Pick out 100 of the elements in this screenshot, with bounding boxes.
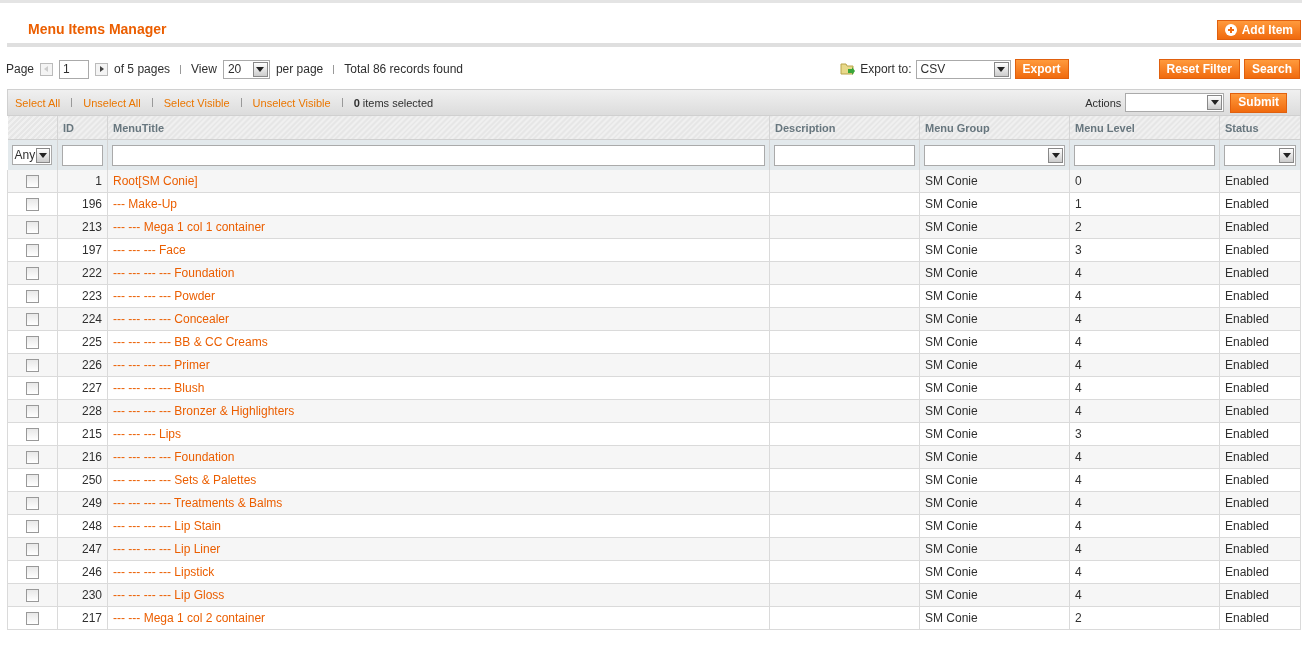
id-cell: 197 — [57, 238, 108, 262]
menu-title-link[interactable]: Root[SM Conie] — [113, 174, 198, 188]
per-page-label: per page — [275, 62, 324, 76]
menu-title-link[interactable]: --- --- --- --- Lip Gloss — [113, 588, 225, 602]
plus-icon — [1224, 23, 1237, 36]
menu-title-link[interactable]: --- --- --- --- Sets & Palettes — [113, 473, 257, 487]
menu-title-link[interactable]: --- --- --- Lips — [113, 427, 181, 441]
previous-page-icon[interactable] — [40, 62, 54, 76]
row-checkbox[interactable] — [26, 313, 39, 327]
column-header[interactable]: Menu Level — [1069, 116, 1220, 140]
column-header[interactable]: ID — [57, 116, 108, 140]
menu-title-link[interactable]: --- --- --- --- Lipstick — [113, 565, 215, 579]
caret-icon — [256, 66, 265, 72]
export-button[interactable]: Export — [1014, 59, 1069, 79]
menu-level-cell: 4 — [1069, 261, 1220, 285]
submit-button[interactable]: Submit — [1230, 92, 1287, 113]
next-page-icon[interactable] — [95, 62, 109, 76]
column-header[interactable]: Menu Group — [919, 116, 1070, 140]
selection-link[interactable]: Unselect Visible — [252, 96, 331, 109]
row-checkbox[interactable] — [26, 612, 39, 626]
export-format-select[interactable]: CSV — [915, 59, 1011, 79]
group-filter-select[interactable] — [924, 144, 1065, 166]
row-checkbox[interactable] — [26, 221, 39, 235]
column-header[interactable]: Description — [769, 116, 920, 140]
total-records: Total 86 records found — [344, 62, 463, 76]
search-button[interactable]: Search — [1243, 59, 1300, 79]
id-cell: 1 — [57, 170, 108, 193]
add-item-button[interactable]: Add Item — [1216, 20, 1301, 40]
menu-level-cell: 4 — [1069, 307, 1220, 331]
menu-group-cell: SM Conie — [919, 491, 1070, 515]
level-filter-field[interactable] — [1074, 144, 1215, 166]
id-cell: 225 — [57, 330, 108, 354]
menu-title-link[interactable]: --- --- --- --- Treatments & Balms — [113, 496, 283, 510]
selection-link[interactable]: Select All — [15, 96, 61, 109]
menu-title-link[interactable]: --- --- --- --- Lip Stain — [113, 519, 221, 533]
row-checkbox[interactable] — [26, 336, 39, 350]
description-filter-field[interactable] — [774, 144, 915, 166]
title-filter-field[interactable] — [112, 144, 765, 166]
row-checkbox[interactable] — [26, 474, 39, 488]
selection-link[interactable]: Unselect All — [83, 96, 141, 109]
row-checkbox[interactable] — [26, 520, 39, 534]
menu-title-link[interactable]: --- --- --- --- Blush — [113, 381, 205, 395]
row-checkbox[interactable] — [26, 382, 39, 396]
row-checkbox[interactable] — [26, 267, 39, 281]
menu-level-cell: 4 — [1069, 399, 1220, 423]
menu-group-cell: SM Conie — [919, 353, 1070, 377]
menu-group-cell: SM Conie — [919, 537, 1070, 561]
menu-title-link[interactable]: --- --- --- --- Bronzer & Highlighters — [113, 404, 295, 418]
page-title: Menu Items Manager — [28, 21, 167, 38]
row-checkbox[interactable] — [26, 497, 39, 511]
menu-group-cell: SM Conie — [919, 606, 1070, 630]
row-checkbox[interactable] — [26, 244, 39, 258]
status-filter-select[interactable] — [1224, 144, 1296, 166]
menu-group-cell: SM Conie — [919, 215, 1070, 239]
reset-filter-button[interactable]: Reset Filter — [1158, 59, 1240, 79]
caret-icon — [1051, 152, 1060, 158]
menu-title-link[interactable]: --- --- --- --- Lip Liner — [113, 542, 221, 556]
column-header[interactable]: Status — [1219, 116, 1301, 140]
column-header[interactable]: MenuTitle — [107, 116, 770, 140]
status-cell: Enabled — [1219, 170, 1301, 193]
row-checkbox[interactable] — [26, 589, 39, 603]
selected-count: 0 items selected — [353, 96, 434, 109]
menu-title-link[interactable]: --- --- --- --- Foundation — [113, 266, 235, 280]
menu-level-cell: 4 — [1069, 560, 1220, 584]
menu-title-link[interactable]: --- --- Mega 1 col 2 container — [113, 611, 266, 625]
menu-title-link[interactable]: --- --- --- Face — [113, 243, 186, 257]
status-cell: Enabled — [1219, 514, 1301, 538]
status-cell: Enabled — [1219, 284, 1301, 308]
row-checkbox[interactable] — [26, 290, 39, 304]
menu-title-link[interactable]: --- --- --- --- Foundation — [113, 450, 235, 464]
id-filter-field[interactable] — [62, 144, 103, 166]
row-checkbox[interactable] — [26, 175, 39, 189]
row-checkbox[interactable] — [26, 428, 39, 442]
row-checkbox[interactable] — [26, 198, 39, 212]
actions-select[interactable] — [1125, 93, 1225, 112]
menu-group-cell: SM Conie — [919, 399, 1070, 423]
row-checkbox[interactable] — [26, 405, 39, 419]
menu-level-cell: 3 — [1069, 422, 1220, 446]
status-cell: Enabled — [1219, 422, 1301, 446]
row-checkbox[interactable] — [26, 543, 39, 557]
menu-title-link[interactable]: --- --- --- --- Concealer — [113, 312, 229, 326]
row-checkbox[interactable] — [26, 566, 39, 580]
menu-group-cell: SM Conie — [919, 330, 1070, 354]
menu-title-link[interactable]: --- --- --- --- Primer — [113, 358, 210, 372]
view-label: View — [191, 62, 217, 76]
caret-icon — [1282, 152, 1291, 158]
menu-title-link[interactable]: --- Make-Up — [113, 197, 177, 211]
row-checkbox[interactable] — [26, 359, 39, 373]
menu-title-link[interactable]: --- --- Mega 1 col 1 container — [113, 220, 266, 234]
menu-group-cell: SM Conie — [919, 192, 1070, 216]
menu-level-cell: 4 — [1069, 284, 1220, 308]
id-cell: 196 — [57, 192, 108, 216]
per-page-select[interactable]: 20 — [222, 59, 270, 79]
menu-title-link[interactable]: --- --- --- --- Powder — [113, 289, 215, 303]
page-field[interactable]: 1 — [59, 59, 90, 79]
any-select[interactable]: Any — [11, 145, 52, 165]
selection-link[interactable]: Select Visible — [163, 96, 230, 109]
row-checkbox[interactable] — [26, 451, 39, 465]
id-cell: 250 — [57, 468, 108, 492]
menu-title-link[interactable]: --- --- --- --- BB & CC Creams — [113, 335, 268, 349]
